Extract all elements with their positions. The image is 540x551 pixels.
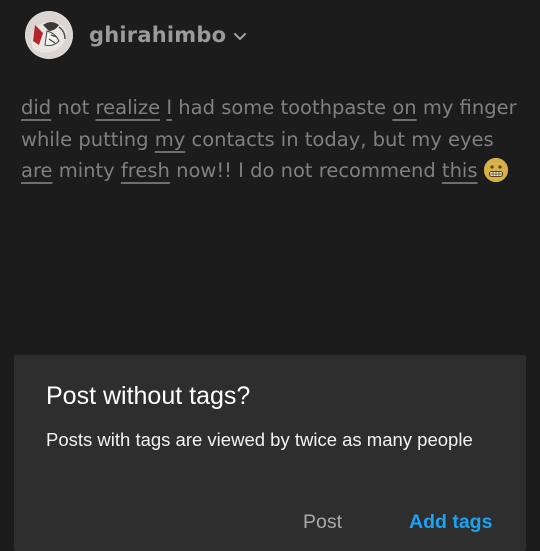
post-without-tags-dialog: Post without tags? Posts with tags are v… [14,355,526,551]
avatar-illustration-icon [25,11,73,59]
chevron-down-icon [233,27,247,46]
post-text-segment: contacts in today, but my eyes [185,127,494,151]
dialog-title: Post without tags? [46,382,251,410]
dialog-message: Posts with tags are viewed by twice as m… [46,429,473,450]
post-word: did [21,96,52,119]
post-text[interactable]: did not realize I had some toothpaste on… [21,92,521,187]
avatar[interactable] [25,11,73,59]
post-word: this [441,159,478,182]
screen: ghirahimbo did not realize I had some to… [0,0,540,551]
post-word: fresh [120,159,170,182]
username: ghirahimbo [89,23,227,47]
post-text-segment: not [51,96,96,119]
post-text-segment: had some toothpaste [172,96,393,119]
post-text-segment: minty [52,159,121,182]
grimacing-face-emoji-icon [483,158,508,182]
post-header: ghirahimbo [25,11,247,59]
post-word: are [21,159,53,182]
blog-switcher[interactable]: ghirahimbo [89,23,247,47]
post-text-segment: now!! I do not recommend [169,159,442,182]
post-button[interactable]: Post [303,511,342,534]
post-word: realize [95,96,161,119]
post-word: my [154,127,186,151]
post-word: on [392,96,417,119]
add-tags-button[interactable]: Add tags [409,511,492,534]
